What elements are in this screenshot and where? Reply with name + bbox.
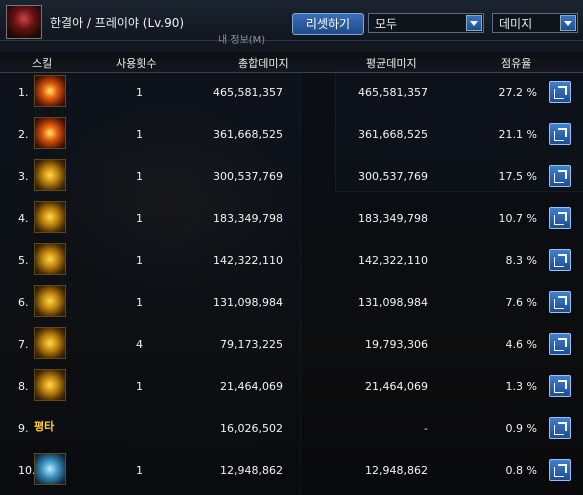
rank: 4. <box>18 212 29 225</box>
average-damage: 12,948,862 <box>365 464 428 477</box>
average-damage: 131,098,984 <box>358 296 428 309</box>
open-detail-icon[interactable] <box>549 165 571 187</box>
table-row: 2. 1 361,668,525 361,668,525 21.1 % <box>0 114 583 155</box>
column-average: 평균데미지 <box>366 57 417 70</box>
open-detail-icon[interactable] <box>549 375 571 397</box>
open-detail-icon[interactable] <box>549 459 571 481</box>
column-uses: 사용횟수 <box>116 57 157 70</box>
damage-share: 10.7 % <box>498 212 537 225</box>
use-count: 1 <box>136 254 143 267</box>
rank: 7. <box>18 338 29 351</box>
basic-attack-label: 평타 <box>34 420 55 433</box>
total-damage: 465,581,357 <box>213 86 283 99</box>
total-damage: 12,948,862 <box>220 464 283 477</box>
ice-crystal-skill-icon <box>34 453 66 485</box>
total-damage: 300,537,769 <box>213 170 283 183</box>
average-damage: 142,322,110 <box>358 254 428 267</box>
total-damage: 361,668,525 <box>213 128 283 141</box>
rank: 10. <box>18 464 36 477</box>
use-count: 1 <box>136 296 143 309</box>
open-detail-icon[interactable] <box>549 123 571 145</box>
rank: 8. <box>18 380 29 393</box>
column-total: 총합데미지 <box>238 57 289 70</box>
chevron-down-icon[interactable] <box>560 15 576 31</box>
total-damage: 16,026,502 <box>220 422 283 435</box>
my-info-label: 내 정보(M) <box>218 35 266 46</box>
open-detail-icon[interactable] <box>549 333 571 355</box>
total-damage: 21,464,069 <box>220 380 283 393</box>
damage-share: 7.6 % <box>505 296 537 309</box>
table-row: 10. 1 12,948,862 12,948,862 0.8 % <box>0 450 583 491</box>
target-filter-value: 모두 <box>375 17 398 31</box>
punch-skill-icon <box>34 327 66 359</box>
character-name: 한결아 / 프레이야 (Lv.90) <box>50 16 185 30</box>
crown-skill-icon <box>34 285 66 317</box>
column-share: 점유율 <box>501 57 532 70</box>
spark-punch-skill-icon <box>34 369 66 401</box>
table-row: 5. 1 142,322,110 142,322,110 8.3 % <box>0 240 583 281</box>
fist-skill-icon <box>34 243 66 275</box>
table-row: 4. 1 183,349,798 183,349,798 10.7 % <box>0 198 583 239</box>
target-filter-select[interactable]: 모두 <box>368 13 484 33</box>
rank: 1. <box>18 86 29 99</box>
open-detail-icon[interactable] <box>549 207 571 229</box>
damage-share: 0.8 % <box>505 464 537 477</box>
open-detail-icon[interactable] <box>549 291 571 313</box>
open-detail-icon[interactable] <box>549 417 571 439</box>
damage-share: 1.3 % <box>505 380 537 393</box>
total-damage: 183,349,798 <box>213 212 283 225</box>
average-damage: 19,793,306 <box>365 338 428 351</box>
rank: 5. <box>18 254 29 267</box>
use-count: 1 <box>136 128 143 141</box>
damage-share: 0.9 % <box>505 422 537 435</box>
skill-damage-table: 스킬 사용횟수 총합데미지 평균데미지 점유율 1. 1 465,581,357… <box>0 52 583 495</box>
use-count: 1 <box>136 380 143 393</box>
reset-button[interactable]: 리셋하기 <box>292 13 364 35</box>
column-skill: 스킬 <box>32 57 53 70</box>
table-row: 9. 평타 16,026,502 - 0.9 % <box>0 408 583 449</box>
fire-burst-skill-icon <box>34 75 66 107</box>
light-spear-skill-icon <box>34 159 66 191</box>
rank: 2. <box>18 128 29 141</box>
table-row: 1. 1 465,581,357 465,581,357 27.2 % <box>0 72 583 113</box>
average-damage: 465,581,357 <box>358 86 428 99</box>
average-damage: 361,668,525 <box>358 128 428 141</box>
damage-meter-header: 한결아 / 프레이야 (Lv.90) 내 정보(M) 리셋하기 모두 데미지 <box>0 0 583 46</box>
damage-share: 4.6 % <box>505 338 537 351</box>
total-damage: 79,173,225 <box>220 338 283 351</box>
average-damage: - <box>424 422 428 435</box>
metric-select[interactable]: 데미지 <box>492 13 578 33</box>
rank: 3. <box>18 170 29 183</box>
explosion-skill-icon <box>34 201 66 233</box>
average-damage: 21,464,069 <box>365 380 428 393</box>
damage-share: 17.5 % <box>498 170 537 183</box>
use-count: 1 <box>136 86 143 99</box>
table-row: 3. 1 300,537,769 300,537,769 17.5 % <box>0 156 583 197</box>
damage-share: 21.1 % <box>498 128 537 141</box>
eye-orb-skill-icon <box>34 117 66 149</box>
use-count: 4 <box>136 338 143 351</box>
use-count: 1 <box>136 170 143 183</box>
total-damage: 131,098,984 <box>213 296 283 309</box>
table-header: 스킬 사용횟수 총합데미지 평균데미지 점유율 <box>0 52 583 73</box>
rank: 9. <box>18 422 29 435</box>
open-detail-icon[interactable] <box>549 249 571 271</box>
rank: 6. <box>18 296 29 309</box>
table-row: 6. 1 131,098,984 131,098,984 7.6 % <box>0 282 583 323</box>
table-row: 8. 1 21,464,069 21,464,069 1.3 % <box>0 366 583 407</box>
table-row: 7. 4 79,173,225 19,793,306 4.6 % <box>0 324 583 365</box>
damage-share: 27.2 % <box>498 86 537 99</box>
open-detail-icon[interactable] <box>549 81 571 103</box>
use-count: 1 <box>136 212 143 225</box>
average-damage: 183,349,798 <box>358 212 428 225</box>
total-damage: 142,322,110 <box>213 254 283 267</box>
metric-value: 데미지 <box>499 17 533 31</box>
character-avatar <box>6 5 42 39</box>
chevron-down-icon[interactable] <box>466 15 482 31</box>
damage-share: 8.3 % <box>505 254 537 267</box>
average-damage: 300,537,769 <box>358 170 428 183</box>
use-count: 1 <box>136 464 143 477</box>
